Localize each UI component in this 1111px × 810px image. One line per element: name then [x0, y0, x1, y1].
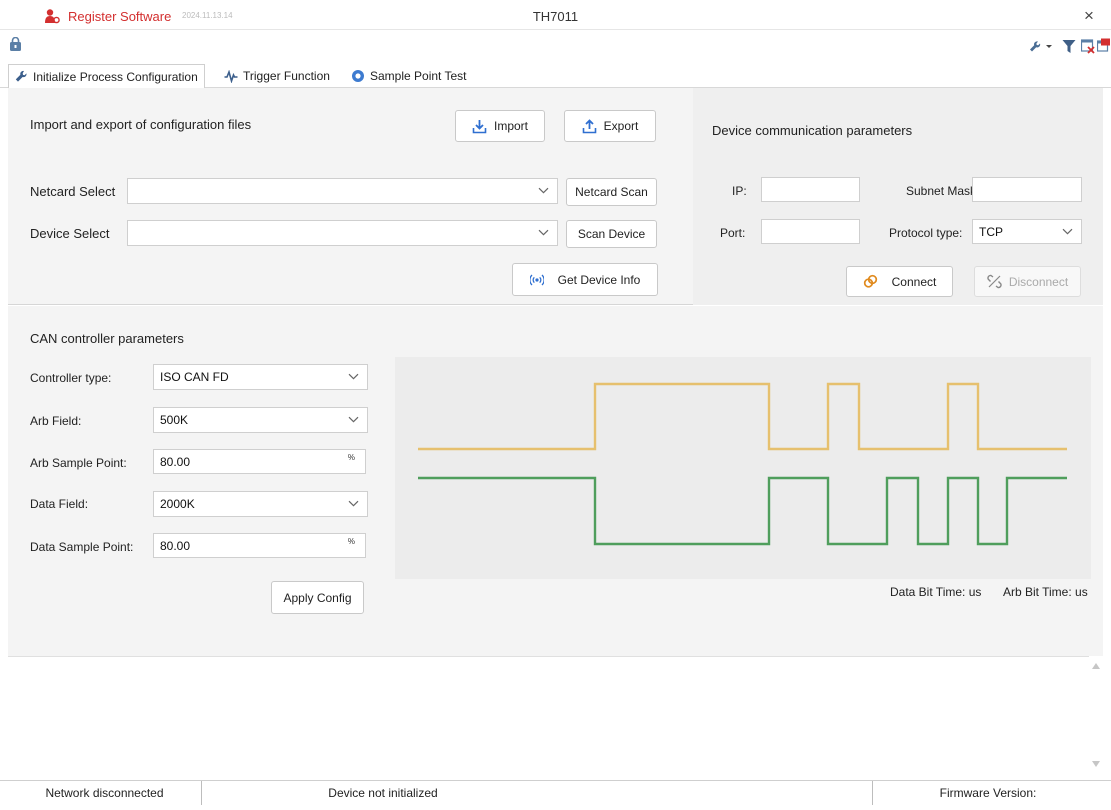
tab-sample-point-test[interactable]: Sample Point Test [345, 64, 473, 88]
get-device-info-label: Get Device Info [557, 272, 641, 287]
netcard-select[interactable] [127, 178, 558, 204]
log-output-area[interactable] [8, 656, 1103, 774]
window-title: TH7011 [532, 9, 579, 24]
import-button[interactable]: Import [455, 110, 545, 142]
export-label: Export [603, 119, 639, 133]
apply-config-label: Apply Config [283, 590, 352, 605]
status-bar: Network disconnected Device not initiali… [0, 780, 1111, 805]
tab-bar: Initialize Process Configuration Trigger… [0, 64, 1111, 89]
wireless-signal-icon [529, 274, 544, 285]
protocol-type-label: Protocol type: [889, 226, 963, 240]
network-status: Network disconnected [8, 781, 202, 805]
export-window-icon[interactable] [1097, 38, 1111, 53]
can-low-waveform [418, 476, 1067, 546]
controller-type-label: Controller type: [30, 371, 112, 385]
data-field-value: 2000K [160, 497, 195, 511]
port-label: Port: [720, 226, 746, 240]
tab-label: Trigger Function [243, 69, 330, 83]
arb-field-select[interactable]: 500K [153, 407, 368, 433]
unlink-icon [987, 274, 1002, 289]
scan-device-label: Scan Device [577, 227, 646, 241]
apply-config-button[interactable]: Apply Config [271, 581, 364, 614]
data-bit-time-label: Data Bit Time: us [890, 585, 982, 599]
can-high-waveform [418, 382, 1067, 451]
connect-label: Connect [891, 274, 937, 289]
controller-type-value: ISO CAN FD [160, 370, 229, 384]
lock-icon[interactable] [9, 37, 22, 52]
can-waveform-display [395, 357, 1091, 579]
tab-initialize-process-configuration[interactable]: Initialize Process Configuration [8, 64, 205, 89]
ip-label: IP: [732, 184, 747, 198]
controller-type-select[interactable]: ISO CAN FD [153, 364, 368, 390]
export-icon [582, 118, 596, 133]
title-bar: Register Software 2024.11.13.14 TH7011 × [0, 0, 1111, 30]
ip-field[interactable] [761, 177, 860, 202]
data-field-select[interactable]: 2000K [153, 491, 368, 517]
comm-params-title: Device communication parameters [712, 123, 913, 138]
device-status-text: Device not initialized [328, 786, 438, 800]
chevron-down-icon [538, 229, 549, 236]
device-select[interactable] [127, 220, 558, 246]
chevron-down-icon [348, 416, 359, 423]
link-icon [863, 274, 877, 288]
scroll-down-icon[interactable] [1091, 760, 1101, 768]
tab-label: Sample Point Test [370, 69, 467, 83]
toolbar [0, 31, 1111, 62]
filter-icon[interactable] [1062, 39, 1076, 54]
log-scrollbar[interactable] [1089, 656, 1103, 774]
can-params-title: CAN controller parameters [30, 331, 184, 346]
netcard-scan-button[interactable]: Netcard Scan [566, 178, 657, 206]
arb-bit-time-label: Arb Bit Time: us [1003, 585, 1088, 599]
firmware-status: Firmware Version: [872, 781, 1103, 805]
can-waveform [418, 382, 1067, 546]
target-icon [352, 70, 364, 82]
arb-sample-point-value: 80.00 [160, 454, 191, 469]
data-field-label: Data Field: [30, 497, 89, 511]
device-status: Device not initialized [202, 781, 564, 805]
connect-button[interactable]: Connect [846, 266, 953, 297]
percent-unit: % [347, 453, 355, 462]
chevron-down-icon [1062, 228, 1073, 234]
wrench-dropdown-icon[interactable] [1029, 39, 1053, 53]
get-device-info-button[interactable]: Get Device Info [512, 263, 658, 296]
scan-device-button[interactable]: Scan Device [566, 220, 657, 248]
port-field[interactable] [761, 219, 860, 244]
chevron-down-icon [348, 500, 359, 507]
tab-trigger-function[interactable]: Trigger Function [218, 64, 336, 88]
pulse-icon [224, 69, 238, 83]
disconnect-button[interactable]: Disconnect [974, 266, 1081, 297]
tab-label: Initialize Process Configuration [33, 69, 198, 84]
arb-sample-point-field[interactable]: 80.00 % [153, 449, 366, 474]
subnet-mask-field[interactable] [972, 177, 1082, 202]
arb-field-label: Arb Field: [30, 414, 82, 428]
scroll-up-icon[interactable] [1091, 662, 1101, 670]
chevron-down-icon [348, 373, 359, 380]
data-sample-point-field[interactable]: 80.00 % [153, 533, 366, 558]
protocol-type-value: TCP [979, 224, 1003, 239]
device-select-label: Device Select [30, 226, 110, 241]
chevron-down-icon [538, 187, 549, 194]
netcard-scan-label: Netcard Scan [575, 185, 648, 199]
arb-sample-point-label: Arb Sample Point: [30, 456, 127, 470]
data-sample-point-value: 80.00 [160, 538, 191, 553]
disconnect-label: Disconnect [1008, 274, 1069, 289]
wrench-icon [15, 70, 27, 82]
import-label: Import [493, 119, 528, 133]
subnet-mask-label: Subnet Mask: [906, 184, 980, 198]
close-window-button[interactable]: × [1084, 6, 1094, 26]
config-files-label: Import and export of configuration files [30, 117, 252, 132]
protocol-type-select[interactable]: TCP [972, 219, 1082, 244]
arb-field-value: 500K [160, 413, 189, 427]
network-status-text: Network disconnected [45, 786, 164, 800]
export-button[interactable]: Export [564, 110, 656, 142]
close-window-icon[interactable] [1081, 39, 1095, 54]
percent-unit: % [347, 537, 355, 546]
firmware-status-text: Firmware Version: [939, 786, 1037, 800]
netcard-select-label: Netcard Select [30, 184, 116, 199]
data-sample-point-label: Data Sample Point: [30, 540, 134, 554]
import-icon [472, 119, 487, 133]
